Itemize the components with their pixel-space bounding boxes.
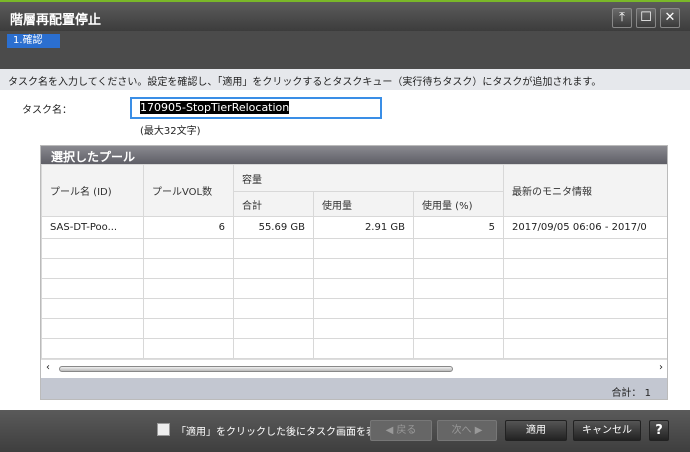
scroll-left-icon[interactable]: ‹ bbox=[46, 362, 50, 373]
col-pool-vol[interactable]: プールVOL数 bbox=[143, 164, 234, 217]
scrollbar-thumb[interactable] bbox=[59, 366, 453, 372]
cell-total: 55.69 GB bbox=[233, 216, 314, 239]
show-tasks-checkbox[interactable] bbox=[157, 423, 170, 436]
total-count: 合計： 1 bbox=[611, 388, 651, 399]
col-used[interactable]: 使用量 bbox=[313, 191, 414, 217]
bottom-bar: 「適用」をクリックした後にタスク画面を表示 ◀ 戻る 次へ ▶ 適用 キャンセル… bbox=[0, 410, 690, 452]
help-button[interactable]: ? bbox=[649, 420, 669, 441]
panel-footer: 合計： 1 bbox=[41, 378, 667, 399]
step-bar: 1.確認 bbox=[0, 31, 690, 69]
empty-row bbox=[41, 338, 667, 359]
close-icon[interactable]: ✕ bbox=[660, 8, 680, 28]
empty-row bbox=[41, 278, 667, 299]
selected-pools-panel: 選択したプール プール名 (ID) プールVOL数 容量 最新のモニタ情報 合計 使用量… bbox=[40, 145, 668, 400]
cell-monitor: 2017/09/05 06:06 - 2017/0 bbox=[503, 216, 667, 239]
window-title: 階層再配置停止 bbox=[10, 13, 102, 28]
col-capacity: 容量 bbox=[232, 164, 505, 192]
task-name-input[interactable]: 170905-StopTierRelocation bbox=[130, 97, 382, 119]
cell-pool-vol: 6 bbox=[143, 216, 234, 239]
pools-table: プール名 (ID) プールVOL数 容量 最新のモニタ情報 合計 使用量 使用量 (%) … bbox=[41, 164, 667, 359]
table-row[interactable]: SAS-DT-Poo... 6 55.69 GB 2.91 GB 5 2017/09/05… bbox=[41, 216, 667, 239]
instruction-text: タスク名を入力してください。設定を確認し、「適用」をクリックするとタスクキュー（… bbox=[0, 69, 690, 90]
col-total[interactable]: 合計 bbox=[233, 191, 314, 217]
task-name-hint: (最大32文字) bbox=[140, 126, 201, 137]
step-confirm: 1.確認 bbox=[7, 34, 60, 48]
task-name-value: 170905-StopTierRelocation bbox=[140, 101, 290, 114]
cancel-button[interactable]: キャンセル bbox=[573, 420, 641, 441]
scroll-right-icon[interactable]: › bbox=[659, 362, 663, 373]
horizontal-scrollbar[interactable]: ‹ › bbox=[41, 359, 667, 378]
empty-row bbox=[41, 258, 667, 279]
cell-pool-name: SAS-DT-Poo... bbox=[41, 216, 144, 239]
next-button[interactable]: 次へ ▶ bbox=[437, 420, 497, 441]
apply-button[interactable]: 適用 bbox=[505, 420, 567, 441]
col-monitor[interactable]: 最新のモニタ情報 bbox=[503, 164, 667, 217]
back-button[interactable]: ◀ 戻る bbox=[370, 420, 432, 441]
empty-row bbox=[41, 238, 667, 259]
title-bar: 階層再配置停止 ⤒ ☐ ✕ bbox=[0, 0, 690, 31]
cell-used: 2.91 GB bbox=[313, 216, 414, 239]
empty-row bbox=[41, 318, 667, 339]
panel-title: 選択したプール bbox=[41, 146, 667, 164]
task-name-label: タスク名： bbox=[22, 105, 72, 116]
empty-row bbox=[41, 298, 667, 319]
cell-used-pct: 5 bbox=[412, 216, 505, 239]
show-tasks-label[interactable]: 「適用」をクリックした後にタスク画面を表示 bbox=[176, 423, 386, 438]
col-used-pct[interactable]: 使用量 (%) bbox=[412, 191, 505, 217]
maximize-icon[interactable]: ☐ bbox=[636, 8, 656, 28]
col-pool-name[interactable]: プール名 (ID) bbox=[41, 164, 144, 217]
pin-icon[interactable]: ⤒ bbox=[612, 8, 632, 28]
